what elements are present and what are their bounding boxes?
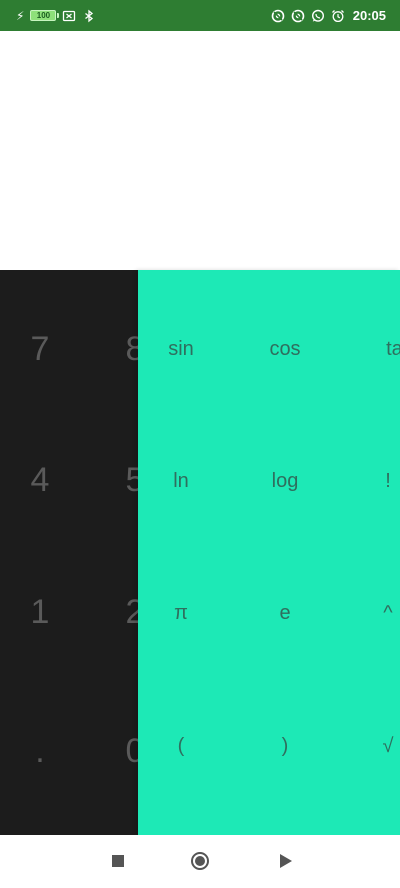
bluetooth-icon [82, 9, 96, 23]
advanced-functions-panel[interactable]: sin cos tan ln log ! π e ^ ( ) √ [138, 270, 400, 835]
sqrt-button[interactable]: √ [343, 721, 400, 771]
pi-button[interactable]: π [138, 588, 226, 638]
battery-icon: 100 [30, 10, 60, 21]
power-button[interactable]: ^ [343, 588, 400, 638]
status-bar: ⚡ 100 20:05 [0, 0, 400, 31]
left-paren-button[interactable]: ( [138, 721, 226, 771]
battery-level: 100 [36, 11, 51, 20]
home-button[interactable] [185, 846, 215, 876]
ln-button[interactable]: ln [138, 456, 226, 506]
recents-button[interactable] [103, 846, 133, 876]
data-saver-icon [271, 9, 285, 23]
navigation-bar [0, 835, 400, 888]
log-button[interactable]: log [240, 456, 330, 506]
right-paren-button[interactable]: ) [240, 721, 330, 771]
status-bar-right: 20:05 [271, 8, 386, 23]
calculator-display[interactable] [0, 31, 400, 270]
digit-1-button[interactable]: 1 [0, 582, 80, 642]
circle-icon [191, 852, 209, 870]
whatsapp-icon [311, 9, 325, 23]
cos-button[interactable]: cos [240, 324, 330, 374]
no-sim-icon [62, 9, 76, 23]
clock: 20:05 [352, 8, 386, 23]
triangle-icon [279, 854, 292, 868]
data-saver-icon [291, 9, 305, 23]
alarm-icon [331, 9, 345, 23]
digit-4-button[interactable]: 4 [0, 450, 80, 510]
status-bar-left: ⚡ 100 [16, 9, 96, 23]
back-button[interactable] [269, 846, 299, 876]
factorial-button[interactable]: ! [343, 456, 400, 506]
tan-button[interactable]: tan [355, 324, 400, 374]
sin-button[interactable]: sin [138, 324, 226, 374]
e-button[interactable]: e [240, 588, 330, 638]
square-icon [112, 855, 124, 867]
digit-7-button[interactable]: 7 [0, 319, 80, 379]
charging-bolt-icon: ⚡ [16, 8, 25, 23]
decimal-point-button[interactable]: . [0, 721, 80, 781]
